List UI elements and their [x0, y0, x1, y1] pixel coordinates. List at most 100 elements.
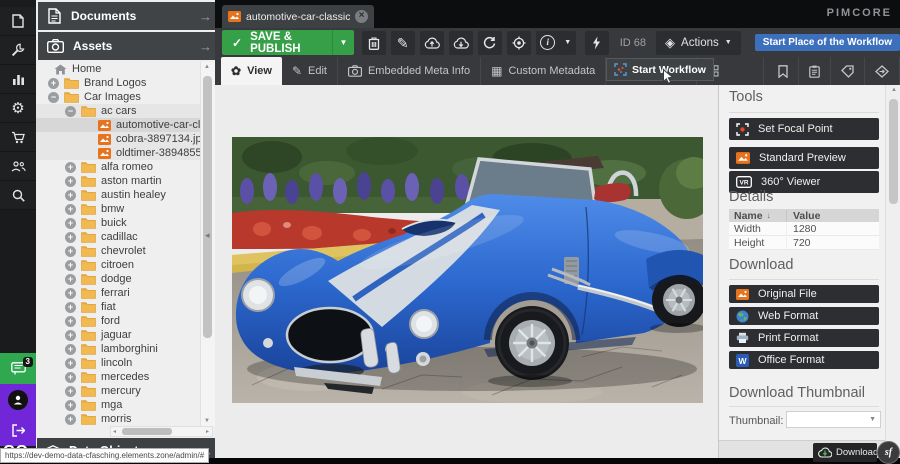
- plus-icon[interactable]: +: [65, 260, 76, 271]
- tree-item-lamborghini[interactable]: +lamborghini: [36, 342, 200, 356]
- symfony-profiler-badge[interactable]: sf: [877, 441, 900, 464]
- reports-rail-button[interactable]: [0, 65, 36, 94]
- plus-icon[interactable]: +: [65, 232, 76, 243]
- plus-icon[interactable]: +: [65, 218, 76, 229]
- locate-in-tree-button[interactable]: [507, 31, 531, 55]
- scroll-down-icon[interactable]: ▼: [204, 418, 210, 424]
- plus-icon[interactable]: +: [65, 400, 76, 411]
- settings-rail-button[interactable]: ⚙: [0, 94, 36, 123]
- tree-item-automotive-car-classic-14[interactable]: automotive-car-classic-14: [36, 118, 200, 132]
- upload-new-version-button[interactable]: [420, 31, 444, 55]
- start-workflow-tooltip[interactable]: Start Workflow: [606, 58, 714, 81]
- tree-item-oldtimer-3894855-jpg[interactable]: oldtimer-3894855.jpg: [36, 146, 200, 160]
- tab-schedule-clipboard[interactable]: [799, 57, 831, 85]
- tab-edit[interactable]: ✎ Edit: [282, 57, 338, 85]
- tree-scrollbar-thumb[interactable]: [203, 76, 212, 338]
- minus-icon[interactable]: −: [48, 92, 59, 103]
- search-rail-button[interactable]: [0, 181, 36, 210]
- plus-icon[interactable]: +: [65, 288, 76, 299]
- tree-item-ferrari[interactable]: +ferrari: [36, 286, 200, 300]
- thumbnail-select[interactable]: ▼: [786, 411, 881, 428]
- download-print-format-button[interactable]: Print Format: [729, 329, 879, 347]
- tree-item-aston-martin[interactable]: +aston martin: [36, 174, 200, 188]
- tree-item-lincoln[interactable]: +lincoln: [36, 356, 200, 370]
- close-tab-icon[interactable]: ×: [355, 10, 368, 23]
- tree-item-jaguar[interactable]: +jaguar: [36, 328, 200, 342]
- tree-item-citroen[interactable]: +citroen: [36, 258, 200, 272]
- tree-item-alfa-romeo[interactable]: +alfa romeo: [36, 160, 200, 174]
- tree-item-bmw[interactable]: +bmw: [36, 202, 200, 216]
- plus-icon[interactable]: +: [65, 162, 76, 173]
- plus-icon[interactable]: +: [65, 344, 76, 355]
- scroll-up-icon[interactable]: ▲: [204, 64, 210, 70]
- tree-item-chevrolet[interactable]: +chevrolet: [36, 244, 200, 258]
- tree-item-fiat[interactable]: +fiat: [36, 300, 200, 314]
- tree-item-buick[interactable]: +buick: [36, 216, 200, 230]
- tab-notes-events[interactable]: [768, 57, 799, 85]
- plus-icon[interactable]: +: [65, 414, 76, 425]
- plus-icon[interactable]: +: [65, 316, 76, 327]
- tree-item-morris[interactable]: +morris: [36, 412, 200, 426]
- details-col-name[interactable]: Name↓: [729, 210, 786, 222]
- plus-icon[interactable]: +: [65, 204, 76, 215]
- tab-custom-metadata[interactable]: ▦ Custom Metadata: [481, 57, 606, 85]
- plus-icon[interactable]: +: [65, 386, 76, 397]
- tree-item-ac-cars[interactable]: −ac cars: [36, 104, 200, 118]
- set-focal-point-button[interactable]: Set Focal Point: [729, 118, 879, 140]
- plus-icon[interactable]: +: [48, 78, 59, 89]
- plus-icon[interactable]: +: [65, 190, 76, 201]
- plus-icon[interactable]: +: [65, 176, 76, 187]
- open-asset-tab[interactable]: automotive-car-classic-149813.jpg ×: [222, 5, 374, 28]
- tree-item-austin-healey[interactable]: +austin healey: [36, 188, 200, 202]
- tree-vertical-scrollbar[interactable]: ▲ ▼: [200, 62, 215, 426]
- save-publish-button[interactable]: ✓ SAVE & PUBLISH ▼: [222, 30, 354, 55]
- plus-icon[interactable]: +: [65, 358, 76, 369]
- minus-icon[interactable]: −: [65, 106, 76, 117]
- scroll-up-icon[interactable]: ▲: [891, 87, 897, 93]
- users-rail-button[interactable]: [0, 152, 36, 181]
- tab-workflow[interactable]: [865, 57, 900, 85]
- documents-rail-button[interactable]: [0, 7, 36, 36]
- standard-preview-button[interactable]: Standard Preview: [729, 147, 879, 169]
- reload-button[interactable]: [478, 31, 502, 55]
- tree-item-cadillac[interactable]: +cadillac: [36, 230, 200, 244]
- tree-item-mga[interactable]: +mga: [36, 398, 200, 412]
- actions-button[interactable]: ◈ Actions ▼: [656, 31, 741, 55]
- plus-icon[interactable]: +: [65, 246, 76, 257]
- download-web-format-button[interactable]: Web Format: [729, 307, 879, 325]
- tree-item-brand-logos[interactable]: +Brand Logos: [36, 76, 200, 90]
- plus-icon[interactable]: +: [65, 372, 76, 383]
- info-button[interactable]: i: [536, 31, 560, 55]
- tree-hscrollbar-thumb[interactable]: [122, 428, 172, 435]
- plus-icon[interactable]: +: [65, 330, 76, 341]
- rename-button[interactable]: ✎: [391, 31, 415, 55]
- tree-item-ford[interactable]: +ford: [36, 314, 200, 328]
- tree-item-home[interactable]: Home: [36, 62, 200, 76]
- tools-rail-button[interactable]: [0, 36, 36, 65]
- tree-item-dodge[interactable]: +dodge: [36, 272, 200, 286]
- notifications-button[interactable]: 3: [0, 353, 36, 384]
- tree-item-cobra-3897134-jpg[interactable]: cobra-3897134.jpg: [36, 132, 200, 146]
- plus-icon[interactable]: +: [65, 302, 76, 313]
- tab-embedded-meta-info[interactable]: Embedded Meta Info: [338, 57, 481, 85]
- tree-item-mercedes[interactable]: +mercedes: [36, 370, 200, 384]
- download-asset-button[interactable]: [449, 31, 473, 55]
- scroll-left-icon[interactable]: ◂: [113, 428, 116, 435]
- tab-tags[interactable]: [831, 57, 865, 85]
- details-col-value[interactable]: Value: [786, 210, 879, 222]
- plus-icon[interactable]: +: [65, 274, 76, 285]
- download-button[interactable]: Download: [813, 443, 877, 462]
- download-office-format-button[interactable]: W Office Format: [729, 351, 879, 369]
- ecommerce-rail-button[interactable]: [0, 123, 36, 152]
- collapse-panel-icon[interactable]: ◂: [205, 230, 210, 241]
- info-options-caret[interactable]: ▼: [560, 31, 576, 55]
- save-options-caret[interactable]: ▼: [332, 30, 354, 55]
- tab-view[interactable]: ✿ View: [221, 57, 282, 85]
- assets-panel-header[interactable]: Assets →: [38, 32, 220, 60]
- delete-button[interactable]: [362, 31, 386, 55]
- download-original-button[interactable]: Original File: [729, 285, 879, 303]
- panel-scrollbar[interactable]: ▲: [885, 85, 900, 464]
- tree-horizontal-scrollbar[interactable]: ◂ ▸: [110, 426, 213, 437]
- tree-item-car-images[interactable]: −Car Images: [36, 90, 200, 104]
- documents-panel-header[interactable]: Documents →: [38, 2, 220, 30]
